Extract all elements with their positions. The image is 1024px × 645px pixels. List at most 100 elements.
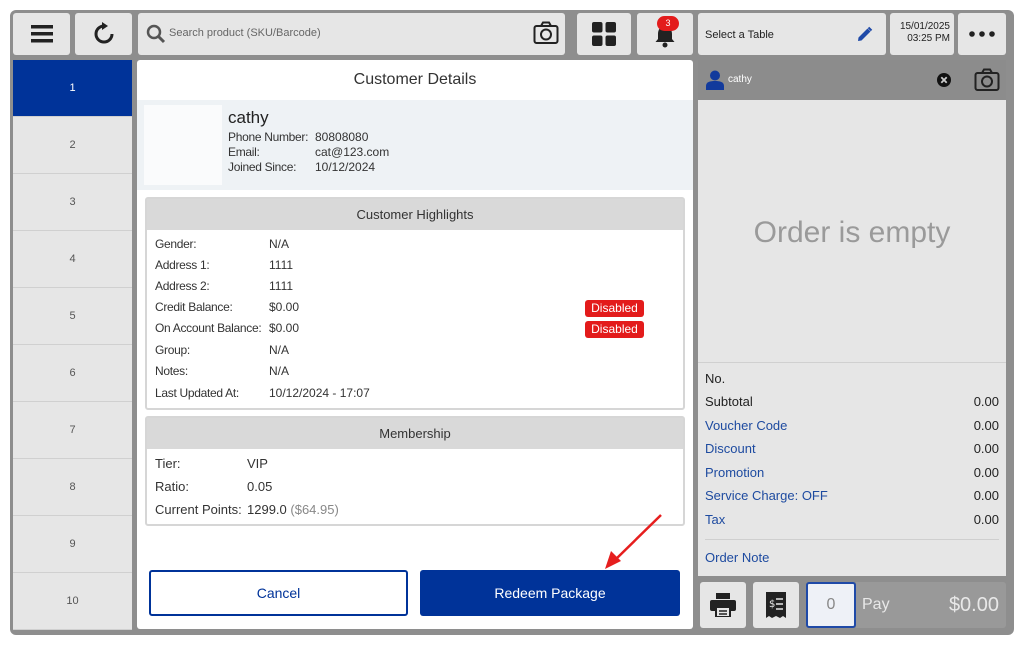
highlight-label: Last Updated At:	[155, 386, 239, 400]
order-note-link[interactable]: Order Note	[705, 550, 769, 565]
highlight-value: N/A	[269, 343, 290, 357]
phone-row: Phone Number: 80808080	[228, 130, 368, 144]
highlight-label: Address 1:	[155, 258, 210, 272]
modal-title: Customer Details	[353, 71, 477, 88]
summary-row[interactable]: Tax 0.00	[705, 512, 999, 527]
ratio-value: 0.05	[247, 479, 273, 494]
joined-row: Joined Since: 10/12/2024	[228, 160, 375, 174]
notifications-button[interactable]: 3	[637, 13, 693, 55]
email-label: Email:	[228, 145, 260, 159]
table-item[interactable]: 3	[13, 174, 132, 231]
camera-icon[interactable]	[533, 21, 559, 45]
summary-value: 0.00	[973, 418, 999, 433]
pencil-icon[interactable]	[856, 26, 873, 43]
membership-card: Membership Tier: VIP Ratio: 0.05 Current P…	[145, 416, 685, 526]
table-selector[interactable]: Select a Table	[698, 13, 886, 55]
highlight-value: 10/12/2024 - 17:07	[269, 386, 370, 400]
refresh-icon	[94, 22, 113, 44]
print-button[interactable]	[700, 582, 746, 628]
points-label: Current Points:	[155, 502, 242, 517]
email-value: cat@123.com	[315, 145, 390, 159]
highlight-row: Last Updated At: 10/12/2024 - 17:07	[155, 386, 370, 400]
summary-value: 0.00	[973, 441, 999, 456]
pos-window: Search product (SKU/Barcode) 3 Select a …	[10, 10, 1014, 635]
avatar	[144, 105, 222, 185]
ratio-row: Ratio: 0.05	[155, 479, 272, 494]
highlight-value: N/A	[269, 237, 290, 251]
highlight-row: Address 1: 1111	[155, 258, 293, 272]
order-empty-message: Order is empty	[698, 100, 1006, 362]
highlight-label: Address 2:	[155, 279, 210, 293]
camera-icon[interactable]	[974, 68, 1000, 92]
order-customer-header[interactable]: cathy	[698, 60, 1006, 100]
highlight-value: $0.00	[269, 321, 300, 335]
phone-value: 80808080	[315, 130, 369, 144]
highlight-label: Credit Balance:	[155, 300, 233, 314]
summary-row[interactable]: Discount 0.00	[705, 441, 999, 456]
summary-divider	[705, 539, 999, 540]
more-options-button[interactable]	[958, 13, 1006, 55]
highlight-label: Group:	[155, 343, 190, 357]
highlight-label: Notes:	[155, 364, 188, 378]
promotion-link[interactable]: Promotion	[705, 465, 764, 480]
table-item[interactable]: 9	[13, 516, 132, 573]
pay-amount: $0.00	[948, 594, 999, 616]
voucher-code-link[interactable]: Voucher Code	[705, 418, 787, 433]
summary-value: 0.00	[973, 394, 999, 409]
categories-button[interactable]	[577, 13, 631, 55]
pay-button[interactable]: Pay $0.00	[856, 582, 1006, 628]
user-icon	[706, 70, 724, 90]
table-item[interactable]: 7	[13, 402, 132, 459]
table-item[interactable]: 4	[13, 231, 132, 288]
tier-label: Tier:	[155, 456, 181, 471]
tier-row: Tier: VIP	[155, 456, 268, 471]
service-charge-link[interactable]: Service Charge: OFF	[705, 488, 828, 503]
email-row: Email: cat@123.com	[228, 145, 389, 159]
summary-row: Subtotal 0.00	[705, 394, 999, 409]
summary-value: 0.00	[973, 512, 999, 527]
remove-customer-icon[interactable]	[937, 73, 951, 87]
highlight-value: $0.00	[269, 300, 300, 314]
table-item[interactable]: 8	[13, 459, 132, 516]
tax-link[interactable]: Tax	[705, 512, 725, 527]
highlight-row: On Account Balance: $0.00	[155, 321, 299, 335]
table-item[interactable]: 5	[13, 288, 132, 345]
hamburger-icon	[30, 25, 53, 43]
joined-value: 10/12/2024	[315, 160, 376, 174]
customer-name: cathy	[228, 108, 269, 127]
order-footer: $ 0 Pay $0.00	[698, 580, 1006, 630]
summary-row[interactable]: Service Charge: OFF 0.00	[705, 488, 999, 503]
joined-label: Joined Since:	[228, 160, 297, 174]
date-text: 15/01/2025	[899, 21, 950, 32]
table-list: 1 2 3 4 5 6 7 8 9 10	[13, 60, 132, 630]
order-customer-name: cathy	[728, 74, 752, 85]
printer-icon	[710, 593, 736, 617]
search-icon	[146, 24, 166, 44]
table-item[interactable]: 1	[13, 60, 132, 117]
summary-row[interactable]: Voucher Code 0.00	[705, 418, 999, 433]
time-text: 03:25 PM	[907, 33, 950, 44]
summary-value: 0.00	[973, 488, 999, 503]
order-panel: cathy Order is empty No. Subtotal 0.00 Vo…	[698, 60, 1006, 630]
highlight-label: On Account Balance:	[155, 321, 262, 335]
table-item[interactable]: 10	[13, 573, 132, 630]
redeem-package-button[interactable]: Redeem Package	[420, 570, 680, 616]
points-money-value: ($64.95)	[290, 502, 339, 517]
menu-button[interactable]	[13, 13, 70, 55]
datetime-display: 15/01/2025 03:25 PM	[890, 13, 954, 55]
summary-row[interactable]: Promotion 0.00	[705, 465, 999, 480]
receipt-button[interactable]: $	[753, 582, 799, 628]
search-input[interactable]: Search product (SKU/Barcode)	[138, 13, 565, 55]
summary-value: 0.00	[973, 465, 999, 480]
cancel-button[interactable]: Cancel	[149, 570, 408, 616]
highlight-row: Group: N/A	[155, 343, 289, 357]
table-item[interactable]: 6	[13, 345, 132, 402]
item-quantity: 0	[806, 582, 856, 628]
order-note-row[interactable]: Order Note	[705, 550, 999, 565]
tier-value: VIP	[247, 456, 268, 471]
refresh-button[interactable]	[75, 13, 132, 55]
table-item[interactable]: 2	[13, 117, 132, 174]
order-summary: No. Subtotal 0.00 Voucher Code 0.00 Discou…	[698, 362, 1006, 576]
discount-link[interactable]: Discount	[705, 441, 756, 456]
receipt-icon: $	[766, 592, 786, 618]
